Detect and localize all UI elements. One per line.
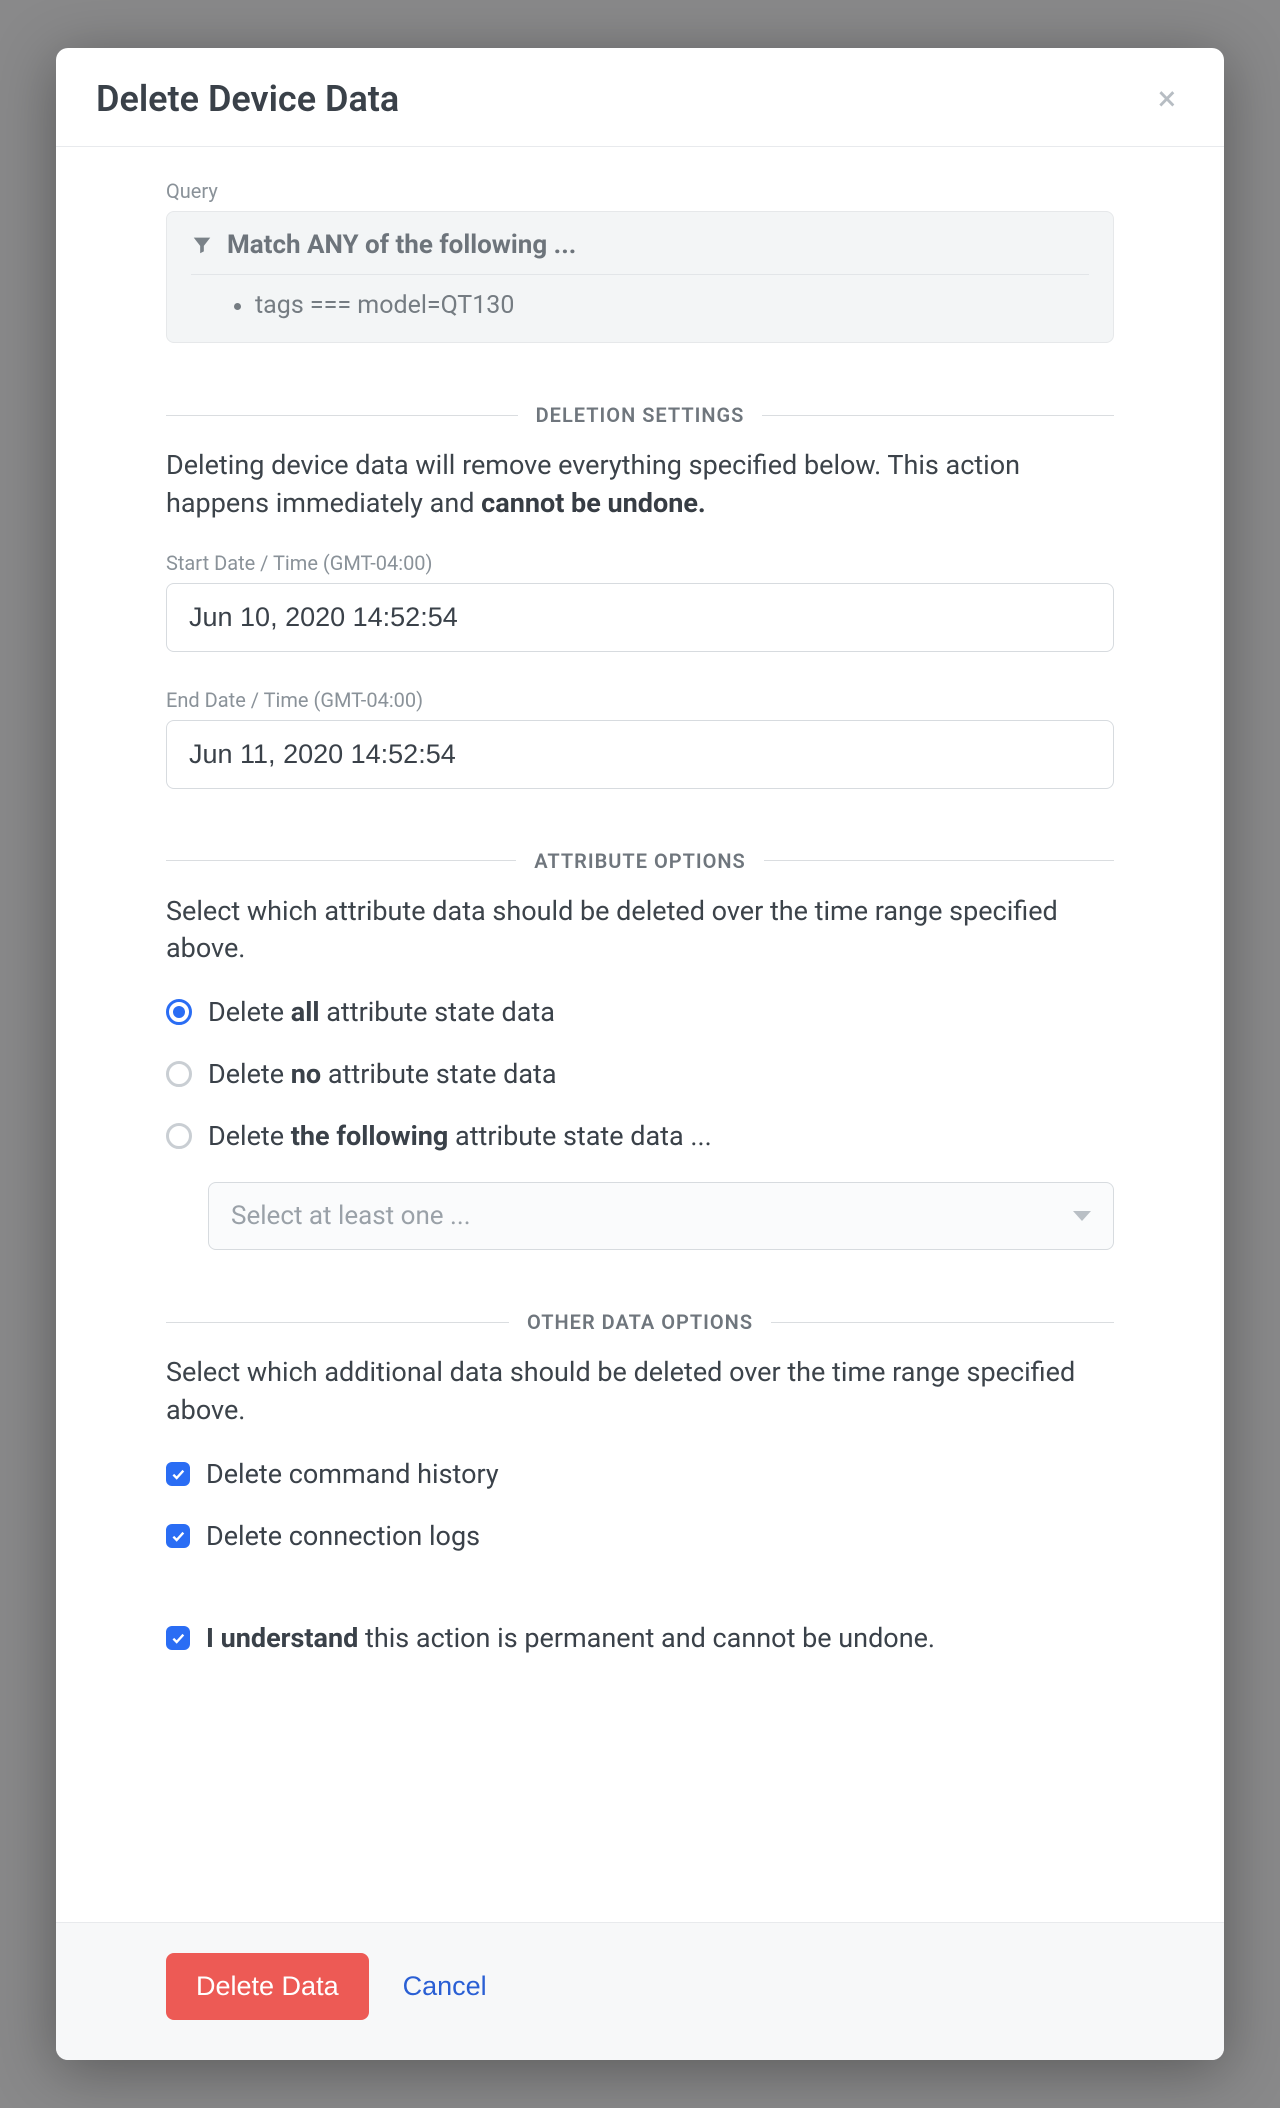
radio-label: Delete the following attribute state dat… [208,1120,712,1152]
attribute-select[interactable]: Select at least one ... [208,1182,1114,1250]
checkbox-label: Delete connection logs [206,1520,480,1552]
other-description: Select which additional data should be d… [166,1354,1114,1430]
checkbox-icon[interactable] [166,1626,190,1650]
radio-icon[interactable] [166,1123,192,1149]
section-title: DELETION SETTINGS [536,403,745,427]
delete-device-data-modal: Delete Device Data × Query Match ANY of … [56,48,1224,2060]
query-box: Match ANY of the following ... tags === … [166,211,1114,343]
radio-delete-following[interactable]: Delete the following attribute state dat… [166,1120,1114,1152]
consent-text: I understand this action is permanent an… [206,1622,935,1654]
attribute-select-placeholder: Select at least one ... [231,1201,471,1231]
query-summary: Match ANY of the following ... [191,230,1089,275]
checkbox-icon[interactable] [166,1462,190,1486]
filter-icon [191,234,213,256]
cancel-button[interactable]: Cancel [403,1971,487,2002]
section-divider-other: OTHER DATA OPTIONS [166,1310,1114,1334]
start-date-input[interactable] [166,583,1114,652]
section-title: ATTRIBUTE OPTIONS [534,849,746,873]
deletion-description: Deleting device data will remove everyth… [166,447,1114,523]
radio-icon[interactable] [166,999,192,1025]
section-divider-deletion: DELETION SETTINGS [166,403,1114,427]
checkbox-icon[interactable] [166,1524,190,1548]
query-label: Query [166,179,1114,203]
checkbox-command-history[interactable]: Delete command history [166,1458,1114,1490]
chevron-down-icon [1073,1211,1091,1221]
section-title: OTHER DATA OPTIONS [527,1310,753,1334]
query-rule-list: tags === model=QT130 [191,291,1089,320]
modal-footer: Delete Data Cancel [56,1922,1224,2060]
modal-title: Delete Device Data [96,78,399,120]
modal-header: Delete Device Data × [56,48,1224,147]
query-rule: tags === model=QT130 [255,291,1089,320]
start-date-label: Start Date / Time (GMT-04:00) [166,551,1114,575]
checkbox-connection-logs[interactable]: Delete connection logs [166,1520,1114,1552]
end-date-label: End Date / Time (GMT-04:00) [166,688,1114,712]
radio-delete-none[interactable]: Delete no attribute state data [166,1058,1114,1090]
checkbox-label: Delete command history [206,1458,499,1490]
radio-label: Delete all attribute state data [208,996,555,1028]
section-divider-attributes: ATTRIBUTE OPTIONS [166,849,1114,873]
end-date-input[interactable] [166,720,1114,789]
checkbox-consent[interactable]: I understand this action is permanent an… [166,1622,1114,1654]
radio-label: Delete no attribute state data [208,1058,557,1090]
attributes-description: Select which attribute data should be de… [166,893,1114,969]
modal-body: Query Match ANY of the following ... tag… [56,147,1224,1922]
radio-icon[interactable] [166,1061,192,1087]
close-icon[interactable]: × [1150,78,1184,120]
query-match-text: Match ANY of the following ... [227,230,576,260]
delete-data-button[interactable]: Delete Data [166,1953,369,2020]
radio-delete-all[interactable]: Delete all attribute state data [166,996,1114,1028]
